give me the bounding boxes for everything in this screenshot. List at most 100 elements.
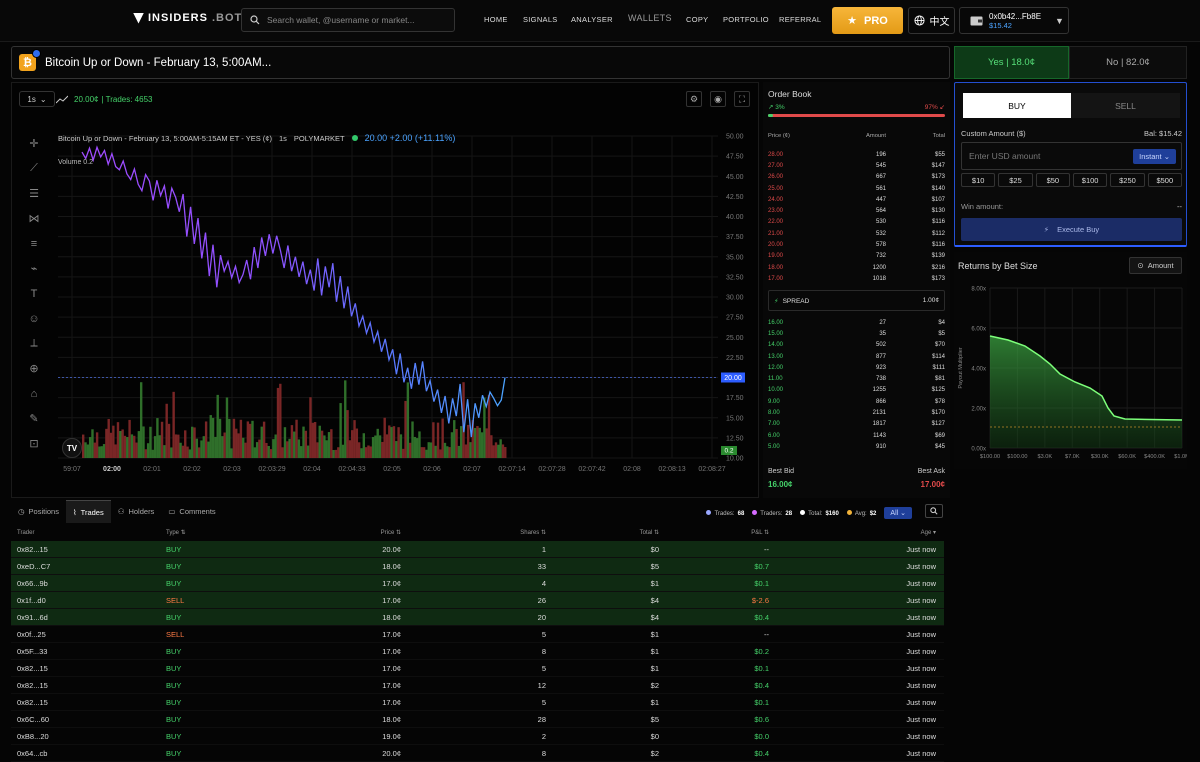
nav-referral[interactable]: REFERRAL xyxy=(779,15,821,24)
amount-toggle-button[interactable]: ⊙ Amount xyxy=(1129,257,1182,274)
pattern-icon[interactable]: ⋈ xyxy=(22,206,46,231)
bid-row[interactable]: 6.00 1143 $69 xyxy=(768,430,945,441)
col-total[interactable]: Total ⇅ xyxy=(546,529,659,536)
ask-row[interactable]: 18.00 1200 $216 xyxy=(768,262,945,273)
nav-analyser[interactable]: ANALYSER xyxy=(571,15,613,24)
lock-icon[interactable]: ⊡ xyxy=(22,431,46,456)
table-row[interactable]: 0x6C...60 BUY 18.0¢ 28 $5 $0.6 Just now xyxy=(11,711,944,728)
table-row[interactable]: 0x91...6d BUY 18.0¢ 20 $4 $0.4 Just now xyxy=(11,609,944,626)
tab-comments[interactable]: ▭ Comments xyxy=(161,500,222,523)
col-price[interactable]: Price ⇅ xyxy=(236,529,401,536)
cell-trader[interactable]: 0xeD...C7 xyxy=(11,562,166,571)
ask-row[interactable]: 21.00 532 $112 xyxy=(768,228,945,239)
ask-row[interactable]: 23.00 564 $130 xyxy=(768,205,945,216)
trendline-icon[interactable]: ⟋ xyxy=(22,156,46,181)
table-row[interactable]: 0x5F...33 BUY 17.0¢ 8 $1 $0.2 Just now xyxy=(11,643,944,660)
cell-trader[interactable]: 0x0f...25 xyxy=(11,630,166,639)
bid-row[interactable]: 12.00 923 $111 xyxy=(768,362,945,373)
price-chart[interactable]: 50.00 47.50 45.00 42.50 40.00 37.50 35.00 32.50… xyxy=(50,128,757,488)
quick-amount-button[interactable]: $100 xyxy=(1072,173,1108,187)
ruler-icon[interactable]: ⟂ xyxy=(22,331,46,356)
ask-row[interactable]: 25.00 561 $140 xyxy=(768,183,945,194)
table-row[interactable]: 0x0f...25 SELL 17.0¢ 5 $1 -- Just now xyxy=(11,626,944,643)
ask-row[interactable]: 22.00 530 $116 xyxy=(768,217,945,228)
col-pnl[interactable]: P&L ⇅ xyxy=(659,529,769,536)
bid-row[interactable]: 13.00 877 $114 xyxy=(768,351,945,362)
timeframe-select[interactable]: 1s ⌄ xyxy=(19,91,55,107)
quick-amount-button[interactable]: $50 xyxy=(1035,173,1070,187)
ask-row[interactable]: 27.00 545 $147 xyxy=(768,160,945,171)
nav-home[interactable]: HOME xyxy=(484,15,508,24)
filter-all-select[interactable]: All ⌄ xyxy=(884,507,912,519)
cell-trader[interactable]: 0x5F...33 xyxy=(11,647,166,656)
no-outcome-tab[interactable]: No | 82.0¢ xyxy=(1069,46,1187,79)
ask-row[interactable]: 28.00 196 $55 xyxy=(768,149,945,160)
quick-amount-button[interactable]: $25 xyxy=(998,173,1033,187)
bid-row[interactable]: 15.00 35 $5 xyxy=(768,328,945,339)
col-trader[interactable]: Trader xyxy=(11,530,166,536)
fullscreen-icon[interactable]: ⛶ xyxy=(734,91,750,107)
cell-trader[interactable]: 0x6C...60 xyxy=(11,715,166,724)
execute-buy-button[interactable]: ⚡ Execute Buy xyxy=(961,218,1182,241)
tab-holders[interactable]: ⚇ Holders xyxy=(111,500,162,523)
ask-row[interactable]: 24.00 447 $107 xyxy=(768,194,945,205)
buy-tab[interactable]: BUY xyxy=(963,93,1071,118)
col-type[interactable]: Type ⇅ xyxy=(166,529,236,536)
cell-trader[interactable]: 0x82...15 xyxy=(11,664,166,673)
table-row[interactable]: 0x82...15 BUY 17.0¢ 5 $1 $0.1 Just now xyxy=(11,694,944,711)
cell-trader[interactable]: 0x1f...d0 xyxy=(11,596,166,605)
language-button[interactable]: 中文 xyxy=(908,7,955,34)
ask-row[interactable]: 20.00 578 $116 xyxy=(768,239,945,250)
quick-amount-button[interactable]: $10 xyxy=(961,173,996,187)
camera-icon[interactable]: ◉ xyxy=(710,91,726,107)
nav-wallets[interactable]: WALLETS xyxy=(628,13,672,23)
search-input[interactable]: Search wallet, @username or market... xyxy=(241,8,455,32)
table-row[interactable]: 0x82...15 BUY 17.0¢ 5 $1 $0.1 Just now xyxy=(11,660,944,677)
cell-trader[interactable]: 0x66...9b xyxy=(11,579,166,588)
bid-row[interactable]: 10.00 1255 $125 xyxy=(768,385,945,396)
cell-trader[interactable]: 0x82...15 xyxy=(11,545,166,554)
crosshair-icon[interactable]: ✛ xyxy=(22,131,46,156)
bid-row[interactable]: 16.00 27 $4 xyxy=(768,317,945,328)
bid-row[interactable]: 11.00 738 $81 xyxy=(768,373,945,384)
tradingview-logo[interactable]: TV xyxy=(62,438,82,458)
bid-row[interactable]: 14.00 502 $70 xyxy=(768,340,945,351)
ask-row[interactable]: 26.00 667 $173 xyxy=(768,172,945,183)
ask-row[interactable]: 17.00 1018 $173 xyxy=(768,273,945,284)
bid-row[interactable]: 5.00 910 $45 xyxy=(768,441,945,452)
nav-portfolio[interactable]: PORTFOLIO xyxy=(723,15,769,24)
emoji-icon[interactable]: ☺ xyxy=(22,306,46,331)
quick-amount-button[interactable]: $250 xyxy=(1110,173,1145,187)
yes-outcome-tab[interactable]: Yes | 18.0¢ xyxy=(954,46,1069,79)
cell-trader[interactable]: 0xB8...20 xyxy=(11,732,166,741)
nav-copy[interactable]: COPY xyxy=(686,15,708,24)
nav-signals[interactable]: SIGNALS xyxy=(523,15,558,24)
text-icon[interactable]: T xyxy=(22,281,46,306)
cell-trader[interactable]: 0x64...cb xyxy=(11,749,166,758)
table-row[interactable]: 0x82...15 BUY 20.0¢ 1 $0 -- Just now xyxy=(11,541,944,558)
table-row[interactable]: 0xB8...20 BUY 19.0¢ 2 $0 $0.0 Just now xyxy=(11,728,944,745)
magnet-icon[interactable]: ⌂ xyxy=(22,381,46,406)
bid-row[interactable]: 8.00 2131 $170 xyxy=(768,407,945,418)
table-row[interactable]: 0x1f...d0 SELL 17.0¢ 26 $4 $-2.6 Just now xyxy=(11,592,944,609)
col-shares[interactable]: Shares ⇅ xyxy=(401,529,546,536)
zoom-icon[interactable]: ⊕ xyxy=(22,356,46,381)
cell-trader[interactable]: 0x82...15 xyxy=(11,681,166,690)
pencil-icon[interactable]: ✎ xyxy=(22,406,46,431)
trend-icon[interactable] xyxy=(56,95,68,104)
cell-trader[interactable]: 0x82...15 xyxy=(11,698,166,707)
table-row[interactable]: 0x66...9b BUY 17.0¢ 4 $1 $0.1 Just now xyxy=(11,575,944,592)
col-age[interactable]: Age ▾ xyxy=(769,529,944,536)
table-search-button[interactable] xyxy=(925,504,943,518)
tab-positions[interactable]: ◷ Positions xyxy=(11,500,66,523)
logo[interactable]: INSIDERS .BOT xyxy=(133,12,242,24)
usd-amount-input[interactable]: Enter USD amount Instant ⌄ xyxy=(961,142,1182,170)
pro-button[interactable]: ★ PRO xyxy=(832,7,903,34)
ask-row[interactable]: 19.00 732 $139 xyxy=(768,251,945,262)
table-row[interactable]: 0x82...15 BUY 17.0¢ 12 $2 $0.4 Just now xyxy=(11,677,944,694)
table-row[interactable]: 0xeD...C7 BUY 18.0¢ 33 $5 $0.7 Just now xyxy=(11,558,944,575)
wallet-dropdown[interactable]: 0x0b42...Fb8E $15.42 ▼ xyxy=(959,7,1069,34)
fib-icon[interactable]: ≡ xyxy=(22,231,46,256)
instant-select[interactable]: Instant ⌄ xyxy=(1133,148,1176,164)
sell-tab[interactable]: SELL xyxy=(1071,93,1180,118)
